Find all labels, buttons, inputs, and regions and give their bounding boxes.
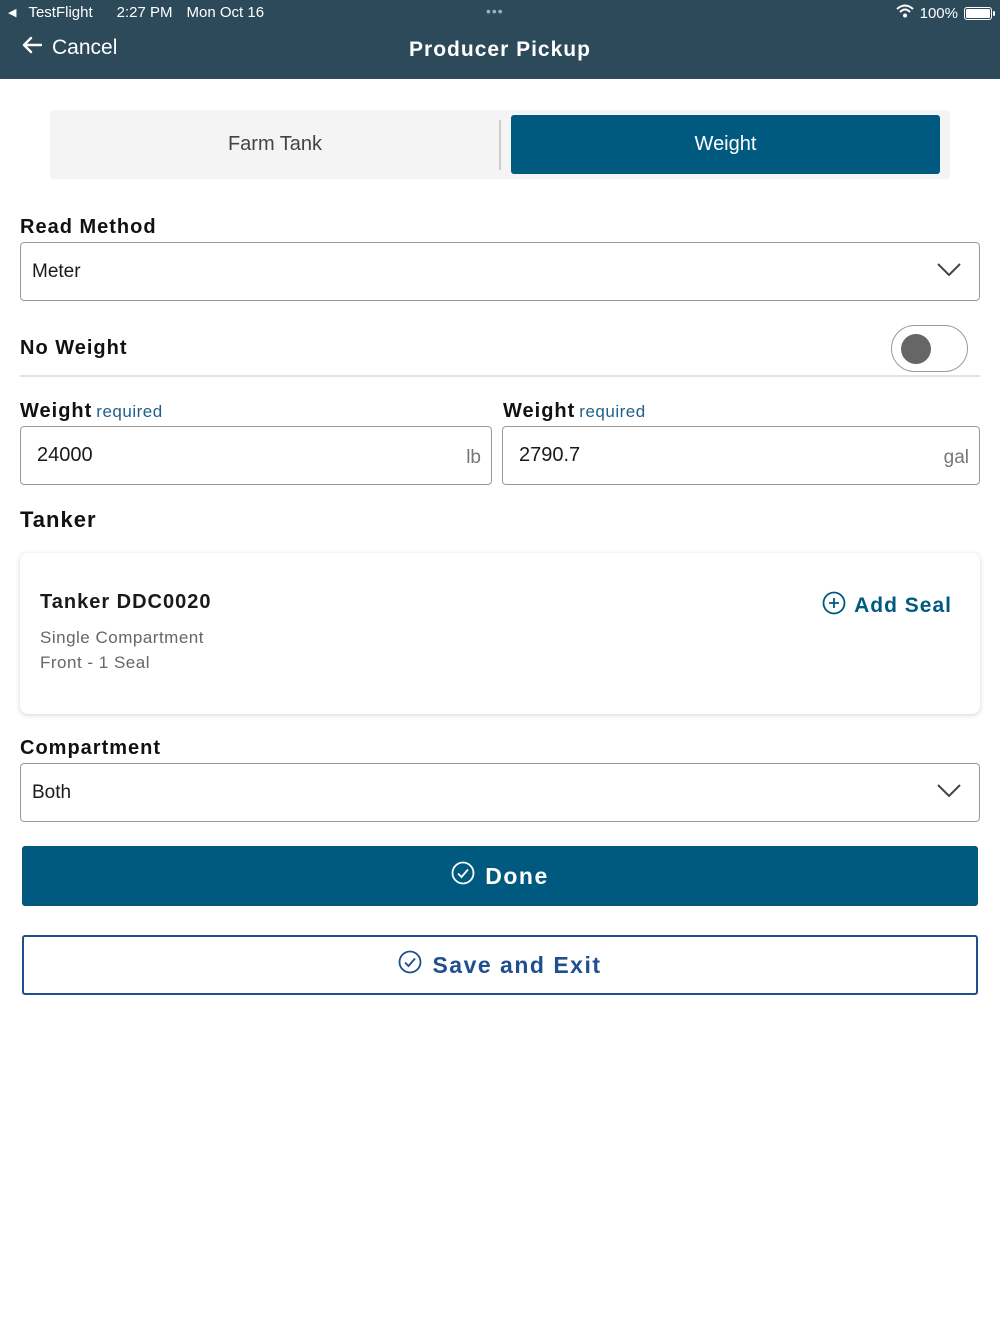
read-method-select[interactable]: Meter <box>20 242 980 301</box>
read-method-label: Read Method <box>20 216 157 238</box>
multitask-dots[interactable]: ••• <box>486 3 504 19</box>
tab-farm-tank[interactable]: Farm Tank <box>50 110 500 179</box>
tanker-compartment-type: Single Compartment <box>40 628 204 647</box>
done-label: Done <box>485 862 549 889</box>
top-bar: ◀ TestFlight 2:27 PM Mon Oct 16 ••• 100% <box>0 0 1000 79</box>
check-circle-icon <box>451 861 475 891</box>
status-date: Mon Oct 16 <box>186 4 265 21</box>
chevron-down-icon <box>937 261 961 283</box>
back-app-label: TestFlight <box>28 4 93 21</box>
no-weight-toggle[interactable] <box>891 325 968 372</box>
tanker-name: Tanker DDC0020 <box>40 591 212 613</box>
back-triangle-icon: ◀ <box>8 7 17 19</box>
weight-gal-unit: gal <box>943 447 969 468</box>
status-time: 2:27 PM <box>116 4 173 21</box>
tanker-seal-info: Front - 1 Seal <box>40 653 150 672</box>
back-to-app-link[interactable]: ◀ TestFlight <box>8 4 101 21</box>
save-and-exit-label: Save and Exit <box>432 951 602 978</box>
weight-gal-label-text: Weight <box>503 400 576 422</box>
page-title: Producer Pickup <box>409 38 591 61</box>
plus-circle-icon <box>822 591 846 621</box>
weight-lb-unit: lb <box>466 447 481 468</box>
required-indicator: required <box>96 402 163 421</box>
weight-lb-label-text: Weight <box>20 400 93 422</box>
weight-gal-value: 2790.7 <box>519 444 581 466</box>
check-circle-icon <box>398 950 422 980</box>
weight-gal-label: Weight required <box>503 400 646 423</box>
mode-segmented-control: Farm Tank Weight <box>50 110 950 179</box>
toggle-knob <box>901 334 931 364</box>
status-bar: ◀ TestFlight 2:27 PM Mon Oct 16 ••• 100% <box>0 0 1000 24</box>
done-button[interactable]: Done <box>22 846 978 906</box>
wifi-icon <box>895 4 914 22</box>
weight-gal-input[interactable]: 2790.7 gal <box>502 426 980 485</box>
divider <box>20 375 980 377</box>
compartment-label: Compartment <box>20 737 162 759</box>
chevron-down-icon <box>937 782 961 804</box>
battery-icon <box>964 6 995 20</box>
tanker-card: Tanker DDC0020 Single Compartment Front … <box>20 553 980 714</box>
no-weight-label: No Weight <box>20 337 128 359</box>
required-indicator: required <box>579 402 646 421</box>
battery-percent: 100% <box>919 4 958 22</box>
tab-weight[interactable]: Weight <box>511 115 940 174</box>
tanker-section-label: Tanker <box>20 507 97 532</box>
weight-lb-value: 24000 <box>37 444 93 466</box>
add-seal-label: Add Seal <box>854 594 952 617</box>
compartment-value: Both <box>32 781 72 803</box>
save-and-exit-button[interactable]: Save and Exit <box>22 935 978 995</box>
weight-lb-label: Weight required <box>20 400 163 423</box>
compartment-select[interactable]: Both <box>20 763 980 822</box>
read-method-value: Meter <box>32 260 81 282</box>
segment-divider <box>499 120 501 170</box>
weight-lb-input[interactable]: 24000 lb <box>20 426 492 485</box>
add-seal-button[interactable]: Add Seal <box>822 591 952 621</box>
